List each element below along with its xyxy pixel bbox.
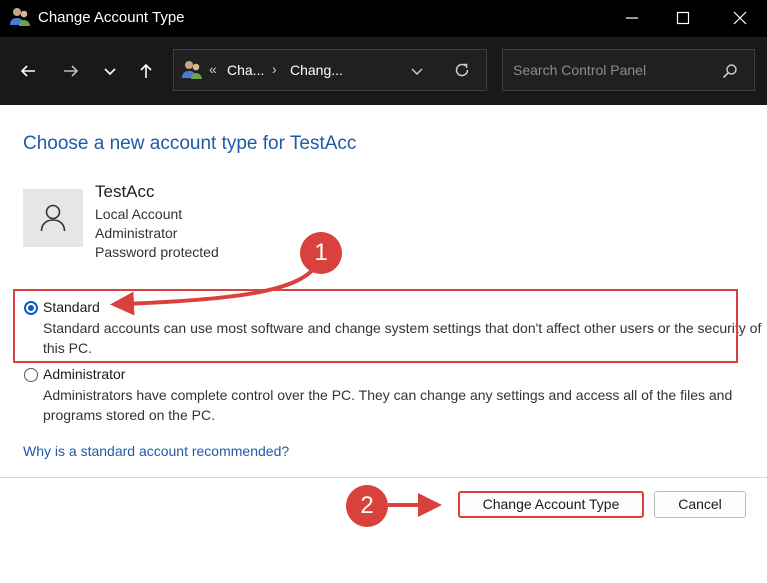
administrator-description: Administrators have complete control ove… [43, 387, 733, 423]
search-input[interactable] [513, 58, 713, 82]
step-two-badge: 2 [346, 485, 388, 527]
close-button[interactable] [717, 0, 763, 37]
step-one-badge: 1 [300, 232, 342, 274]
page-title: Choose a new account type for TestAcc [23, 133, 357, 154]
window-title: Change Account Type [38, 9, 185, 26]
account-role: Administrator [95, 225, 178, 241]
navigation-bar: « Cha... › Chang... [0, 37, 767, 105]
avatar [23, 189, 83, 247]
account-security: Password protected [95, 244, 219, 260]
search-box[interactable] [502, 49, 755, 91]
breadcrumb-overflow[interactable]: « [209, 61, 217, 77]
user-accounts-icon [181, 59, 203, 81]
arrow-right-icon [64, 65, 79, 77]
refresh-button[interactable] [453, 61, 471, 84]
standard-account-help-link[interactable]: Why is a standard account recommended? [23, 443, 289, 460]
minimize-icon [626, 17, 638, 19]
standard-option-highlight [13, 289, 738, 363]
chevron-right-icon: › [272, 61, 277, 77]
address-dropdown-button[interactable] [410, 64, 424, 83]
chevron-down-icon [104, 68, 116, 76]
address-bar[interactable]: « Cha... › Chang... [173, 49, 487, 91]
account-name: TestAcc [95, 182, 155, 201]
administrator-label[interactable]: Administrator [43, 366, 125, 383]
administrator-radio[interactable] [24, 368, 38, 382]
minimize-button[interactable] [609, 0, 655, 37]
refresh-icon [455, 63, 469, 77]
chevron-down-icon [411, 68, 423, 75]
title-bar: Change Account Type [0, 0, 767, 37]
account-type: Local Account [95, 206, 183, 222]
back-button[interactable] [13, 53, 43, 89]
breadcrumb-item[interactable]: Cha... [227, 62, 264, 78]
maximize-icon [676, 11, 690, 25]
user-accounts-icon [9, 6, 31, 28]
user-icon [40, 204, 66, 232]
close-icon [733, 11, 747, 25]
forward-button[interactable] [56, 53, 86, 89]
arrow-up-icon [140, 63, 152, 78]
cancel-button[interactable]: Cancel [654, 491, 746, 518]
up-button[interactable] [131, 53, 161, 89]
change-account-type-button[interactable]: Change Account Type [458, 491, 644, 518]
search-icon[interactable] [722, 63, 738, 84]
breadcrumb-item[interactable]: Chang... [290, 62, 343, 78]
footer-divider [0, 477, 767, 478]
arrow-left-icon [20, 65, 35, 77]
recent-locations-button[interactable] [95, 53, 125, 89]
maximize-button[interactable] [660, 0, 706, 37]
